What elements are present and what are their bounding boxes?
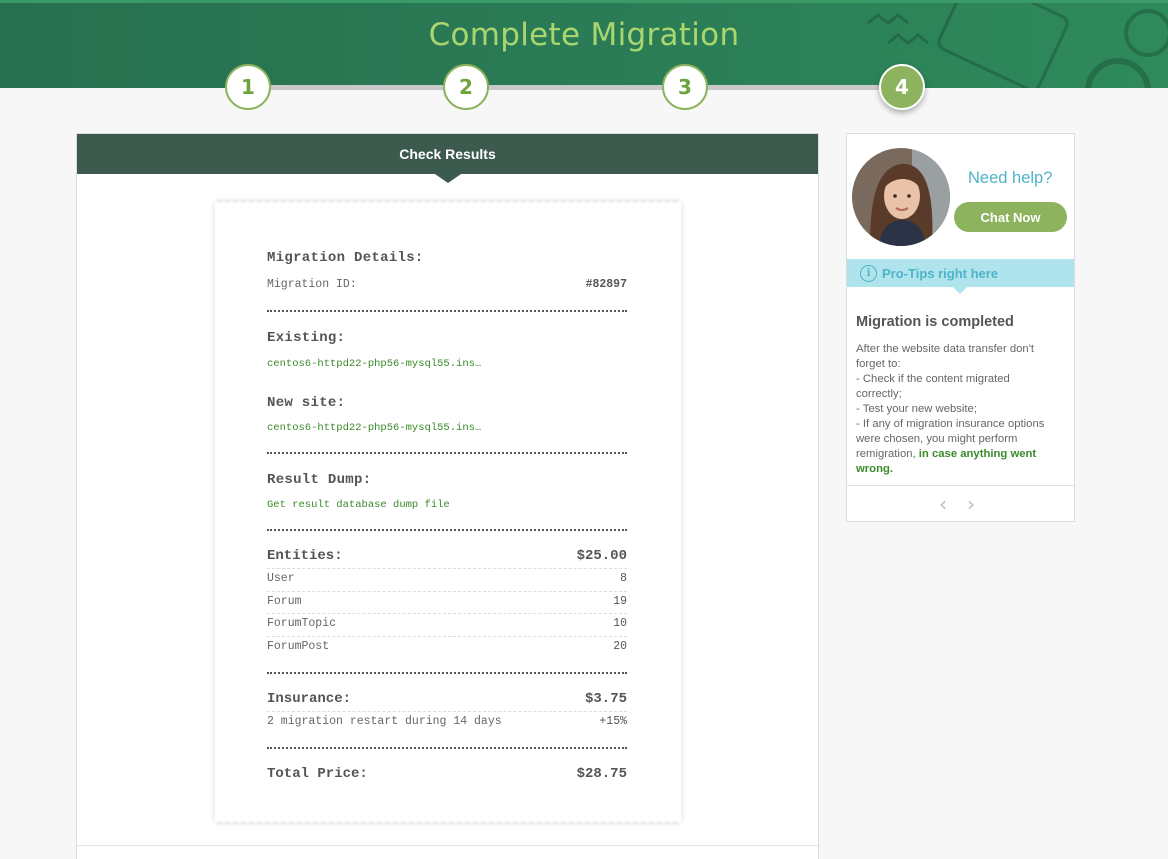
support-agent-avatar <box>852 148 950 246</box>
row-divider <box>267 568 627 569</box>
existing-heading: Existing: <box>267 330 346 346</box>
step-2[interactable]: 2 <box>443 64 489 110</box>
step-4[interactable]: 4 <box>879 64 925 110</box>
dump-file-link[interactable]: Get result database dump file <box>267 499 450 511</box>
total-row: Total Price: $28.75 <box>267 766 627 782</box>
tip-line: After the website data transfer don't <box>856 343 1034 355</box>
steps-progress-line <box>248 85 904 90</box>
tip-line: forget to: <box>856 358 901 370</box>
insurance-row: Insurance: $3.75 <box>267 691 627 707</box>
dump-heading: Result Dump: <box>267 472 372 488</box>
row-divider <box>267 591 627 592</box>
migration-id-value: #82897 <box>585 278 627 291</box>
entity-row: User 8 <box>267 572 627 585</box>
tip-line: remigration, in case anything went <box>856 447 1066 462</box>
chat-now-button[interactable]: Chat Now <box>954 202 1067 232</box>
migration-id-label: Migration ID: <box>267 278 357 291</box>
tip-title: Migration is completed <box>856 314 1014 330</box>
entities-price: $25.00 <box>576 548 627 564</box>
tip-line: - Test your new website; <box>856 403 977 415</box>
new-site-heading: New site: <box>267 395 346 411</box>
row-divider <box>267 613 627 614</box>
help-sidebar: Need help? Chat Now i Pro-Tips right her… <box>846 133 1075 522</box>
entity-name: Forum <box>267 595 302 608</box>
panel-title: Check Results <box>77 134 818 183</box>
total-price: $28.75 <box>576 766 627 782</box>
migration-id-row: Migration ID: #82897 <box>267 278 627 291</box>
panel-divider <box>77 845 818 846</box>
entity-name: User <box>267 572 295 585</box>
header-banner: Complete Migration <box>0 0 1168 88</box>
insurance-price: $3.75 <box>584 691 627 707</box>
need-help-text: Need help? <box>968 169 1053 187</box>
receipt: Migration Details: Migration ID: #82897 … <box>215 198 681 826</box>
step-1[interactable]: 1 <box>225 64 271 110</box>
details-heading: Migration Details: <box>267 250 424 266</box>
tip-line: - If any of migration insurance options <box>856 418 1045 430</box>
chevron-left-icon[interactable]: ‹ <box>939 492 947 516</box>
results-panel: Check Results Migration Details: Migrati… <box>76 133 819 859</box>
total-label: Total Price: <box>267 766 368 782</box>
entity-count: 20 <box>613 640 627 653</box>
insurance-label: Insurance: <box>267 691 352 707</box>
entity-row: ForumTopic 10 <box>267 617 627 630</box>
separator <box>267 747 627 749</box>
tip-body: After the website data transfer don't fo… <box>856 342 1066 477</box>
tip-highlight: wrong. <box>856 463 894 475</box>
insurance-detail-row: 2 migration restart during 14 days +15% <box>267 715 627 728</box>
entity-name: ForumTopic <box>267 617 337 630</box>
entity-count: 10 <box>613 617 627 630</box>
tip-highlight: in case anything went <box>918 448 1037 460</box>
page-title: Complete Migration <box>428 17 740 53</box>
pro-tips-label: Pro-Tips right here <box>882 265 999 281</box>
separator <box>267 529 627 531</box>
insurance-detail: 2 migration restart during 14 days <box>267 715 502 728</box>
separator <box>267 452 627 454</box>
tip-text: remigration, <box>856 448 919 460</box>
entity-count: 19 <box>613 595 627 608</box>
new-site-link[interactable]: centos6-httpd22-php56-mysql55.ins… <box>267 422 481 434</box>
separator <box>267 310 627 312</box>
existing-site-link[interactable]: centos6-httpd22-php56-mysql55.ins… <box>267 358 481 370</box>
entity-count: 8 <box>620 572 627 585</box>
entity-row: Forum 19 <box>267 595 627 608</box>
entity-name: ForumPost <box>267 640 330 653</box>
row-divider <box>267 636 627 637</box>
info-icon: i <box>860 264 877 282</box>
row-divider <box>267 711 627 712</box>
entity-row: ForumPost 20 <box>267 640 627 653</box>
entities-label: Entities: <box>267 548 343 564</box>
sidebar-divider <box>847 485 1074 486</box>
insurance-detail-value: +15% <box>599 715 627 728</box>
entities-row: Entities: $25.00 <box>267 548 627 564</box>
tip-line: correctly; <box>856 388 902 400</box>
tip-line: - Check if the content migrated <box>856 373 1010 385</box>
tip-line: were chosen, you might perform <box>856 433 1018 445</box>
pro-tips-bar: i Pro-Tips right here <box>847 259 1074 294</box>
separator <box>267 672 627 674</box>
chevron-right-icon[interactable]: › <box>967 492 975 516</box>
step-3[interactable]: 3 <box>662 64 708 110</box>
